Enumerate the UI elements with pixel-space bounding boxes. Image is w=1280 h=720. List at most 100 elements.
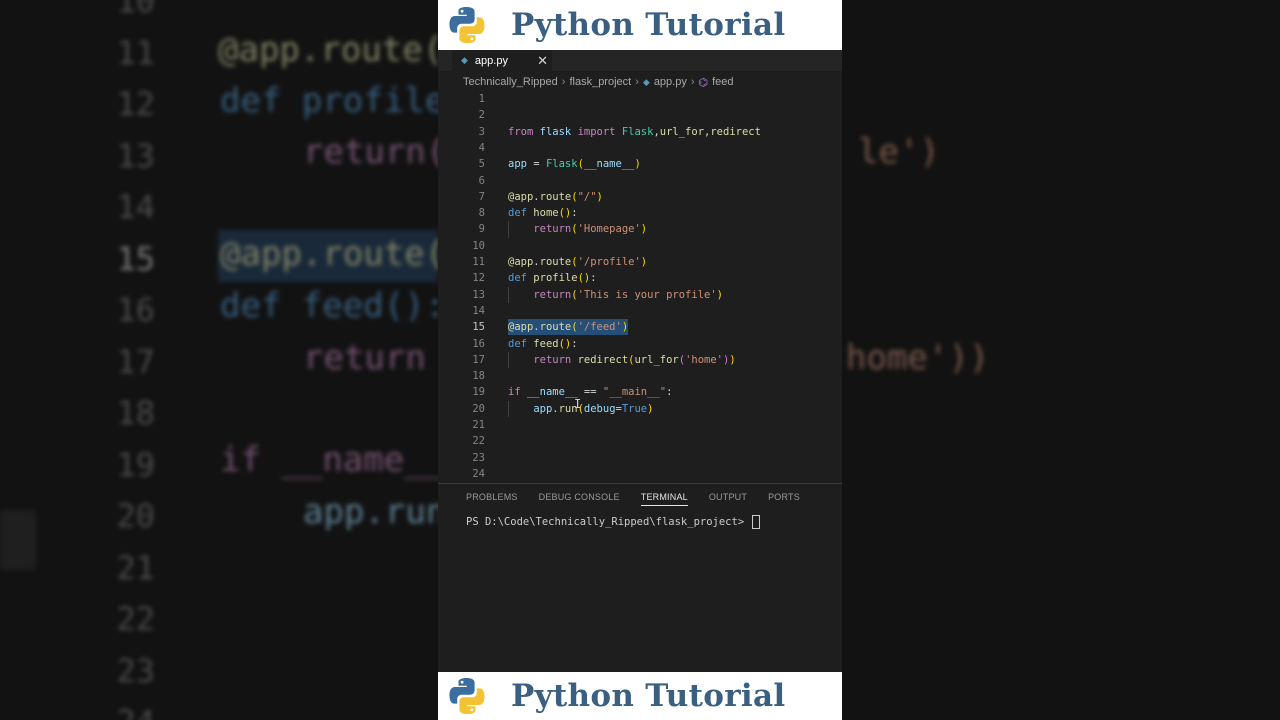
symbol-method-icon: ⌬ [698, 76, 709, 89]
background-line-number: 19 [116, 445, 155, 484]
code-line[interactable]: 11 @app.route('/profile') [438, 254, 842, 270]
background-line-number: 21 [116, 548, 155, 587]
code-line[interactable]: 20 app.run(debug=True) [438, 401, 842, 417]
code-text[interactable]: return redirect(url_for('home')) [508, 352, 735, 368]
bottom-panel: PROBLEMS DEBUG CONSOLE TERMINAL OUTPUT P… [438, 483, 842, 673]
indent-guide [508, 286, 509, 303]
code-text[interactable]: @app.route('/profile') [508, 254, 647, 270]
code-text[interactable]: if __name__ == "__main__": [508, 384, 672, 400]
background-code-fragment: def feed(): [220, 286, 446, 326]
video-frame: Python Tutorial ◆ app.py ✕ Technically_R… [438, 0, 842, 720]
background-scroll-marker [0, 510, 36, 570]
code-line[interactable]: 7 @app.route("/") [438, 189, 842, 205]
code-line[interactable]: 18 [438, 368, 842, 384]
tab-ports[interactable]: PORTS [768, 492, 800, 506]
code-line[interactable]: 4 [438, 140, 842, 156]
close-tab-icon[interactable]: ✕ [537, 53, 548, 69]
code-line[interactable]: 2 [438, 107, 842, 123]
python-file-icon: ◆ [642, 76, 650, 87]
code-text[interactable]: @app.route("/") [508, 189, 603, 205]
line-number: 21 [472, 419, 485, 431]
background-line-number: 11 [116, 33, 155, 72]
breadcrumb-item[interactable]: app.py [654, 76, 687, 88]
code-line[interactable]: 23 [438, 450, 842, 466]
chevron-right-icon: › [635, 76, 639, 88]
terminal-line[interactable]: PS D:\Code\Technically_Ripped\flask_proj… [466, 515, 761, 529]
tab-problems[interactable]: PROBLEMS [466, 492, 518, 506]
code-line[interactable]: 12 def profile(): [438, 270, 842, 286]
code-editor[interactable]: I 1 2 3 from flask import Flask,url_for,red… [438, 91, 842, 517]
breadcrumb-item[interactable]: Technically_Ripped [463, 76, 558, 88]
background-code-fragment: @app.route( [220, 234, 446, 274]
line-number: 18 [472, 370, 485, 383]
background-code-fragment: le') [858, 132, 940, 172]
background-code-fragment: if __name__ [220, 440, 446, 480]
code-line[interactable]: 13 return('This is your profile') [438, 287, 842, 303]
background-line-number: 14 [116, 188, 155, 226]
code-text[interactable]: return('This is your profile') [508, 287, 723, 303]
tab-filename: app.py [474, 54, 508, 67]
line-number: 4 [478, 141, 485, 154]
background-line-number: 15 [116, 239, 155, 278]
python-logo-icon [449, 678, 485, 714]
line-number: 22 [472, 435, 485, 448]
background-line-number: 24 [105, 703, 155, 720]
code-line[interactable]: 9 return('Homepage') [438, 221, 842, 237]
code-line[interactable]: 5 app = Flask(__name__) [438, 156, 842, 172]
code-text[interactable]: return('Homepage') [508, 221, 647, 237]
line-number: 5 [478, 158, 485, 171]
background-code-fragment: return [303, 338, 426, 378]
chevron-right-icon: › [690, 76, 695, 88]
code-line[interactable]: 6 [438, 173, 842, 189]
background-code-fragment: home')) [846, 338, 990, 378]
top-banner: Python Tutorial [438, 0, 842, 50]
code-line[interactable]: 16 def feed(): [438, 336, 842, 352]
line-number: 17 [472, 353, 485, 366]
tab-debug-console[interactable]: DEBUG CONSOLE [539, 492, 620, 506]
terminal-cursor [752, 515, 761, 529]
breadcrumb-item[interactable]: feed [712, 76, 733, 88]
background-code-fragment: return( [303, 132, 447, 172]
code-line[interactable]: 21 [438, 417, 842, 433]
python-file-icon: ◆ [461, 55, 468, 65]
code-line[interactable]: 15 @app.route('/feed') [438, 319, 842, 336]
tab-app-py[interactable]: ◆ app.py ✕ [452, 50, 552, 71]
line-number: 13 [472, 288, 485, 301]
code-line[interactable]: 24 [438, 466, 842, 482]
code-text[interactable]: from flask import Flask,url_for,redirect [508, 124, 761, 140]
editor-tab-bar: ◆ app.py ✕ [438, 50, 842, 71]
code-line[interactable]: 10 [438, 238, 842, 254]
indent-guide [508, 400, 509, 417]
code-text[interactable]: @app.route('/feed') [508, 319, 629, 336]
panel-tabs: PROBLEMS DEBUG CONSOLE TERMINAL OUTPUT P… [466, 492, 821, 506]
line-number: 23 [472, 451, 485, 464]
code-line[interactable]: 1 [438, 91, 842, 107]
code-line[interactable]: 17 return redirect(url_for('home')) [438, 352, 842, 368]
tab-terminal[interactable]: TERMINAL [640, 492, 688, 506]
line-number: 15 [472, 321, 485, 334]
chevron-right-icon: › [561, 76, 566, 88]
line-number: 1 [478, 93, 485, 105]
code-line[interactable]: 14 [438, 303, 842, 319]
code-text[interactable]: def feed(): [508, 336, 578, 352]
background-line-number: 12 [116, 85, 155, 123]
code-line[interactable]: 8 def home(): [438, 205, 842, 221]
code-text[interactable]: def profile(): [508, 270, 597, 286]
background-code-fragment: app.run [303, 492, 447, 532]
line-number: 6 [478, 174, 485, 187]
line-number: 19 [472, 386, 485, 399]
code-line[interactable]: 19 if __name__ == "__main__": [438, 384, 842, 400]
code-text[interactable]: app = Flask(__name__) [508, 156, 641, 172]
code-text[interactable]: app.run(debug=True) [508, 401, 653, 417]
code-line[interactable]: 22 [438, 433, 842, 449]
code-line[interactable]: 3 from flask import Flask,url_for,redirec… [438, 124, 842, 140]
code-text[interactable]: def home(): [508, 205, 578, 221]
background-code-fragment: @app.route( [218, 30, 444, 70]
line-number: 24 [472, 467, 485, 480]
indent-guide [508, 351, 509, 369]
breadcrumb-item[interactable]: flask_project [569, 76, 631, 88]
banner-title: Python Tutorial [511, 678, 786, 714]
line-number: 2 [478, 109, 485, 122]
tab-output[interactable]: OUTPUT [709, 492, 747, 506]
line-number: 8 [478, 207, 485, 220]
